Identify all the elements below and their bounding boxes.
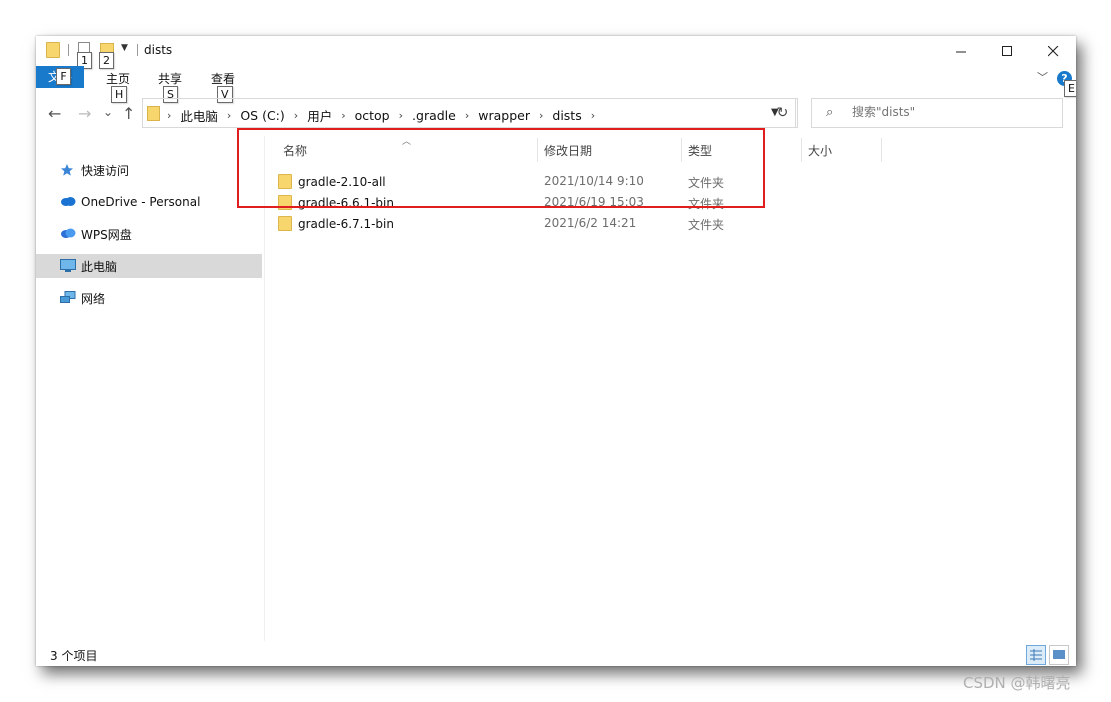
sidebar-item-label: OneDrive - Personal (81, 195, 201, 209)
navigation-pane: 快速访问 OneDrive - Personal WPS网盘 此电脑 网络 (36, 140, 264, 640)
chevron-right-icon[interactable]: › (341, 109, 345, 122)
window-title: dists (144, 43, 173, 57)
breadcrumb-item[interactable]: octop (355, 108, 390, 123)
watermark: CSDN @韩曙亮 (963, 674, 1071, 692)
large-icons-view-button[interactable] (1049, 645, 1069, 665)
breadcrumb-item[interactable]: OS (C:) (240, 108, 284, 123)
up-button[interactable]: ↑ (122, 104, 135, 123)
breadcrumb-item[interactable]: 用户 (307, 106, 332, 125)
sidebar-item-label: WPS网盘 (81, 227, 132, 242)
details-view-button[interactable] (1026, 645, 1046, 665)
chevron-right-icon[interactable]: › (167, 109, 171, 122)
highlight-box (237, 128, 765, 208)
column-header-label: 大小 (808, 144, 833, 158)
divider (68, 44, 69, 56)
wps-cloud-icon (60, 227, 76, 241)
breadcrumb-item[interactable]: dists (552, 108, 581, 123)
chevron-right-icon[interactable]: › (539, 109, 543, 122)
column-separator[interactable] (881, 138, 882, 162)
chevron-right-icon[interactable]: › (465, 109, 469, 122)
sidebar-item-wps-cloud[interactable]: WPS网盘 (36, 222, 262, 246)
divider (137, 44, 138, 56)
sidebar-item-network[interactable]: 网络 (36, 286, 262, 310)
file-name: gradle-6.7.1-bin (298, 216, 394, 231)
chevron-right-icon[interactable]: › (399, 109, 403, 122)
search-box[interactable]: ⌕ (811, 98, 1063, 128)
pane-divider[interactable] (264, 136, 265, 641)
file-type: 文件夹 (688, 218, 725, 232)
large-icons-view-icon (1053, 650, 1065, 659)
network-icon (60, 291, 76, 305)
minimize-icon (955, 51, 966, 52)
title-bar: ▼ 1 2 dists (36, 36, 1076, 69)
keytip-file: F (56, 68, 71, 85)
minimize-button[interactable] (938, 36, 984, 66)
sidebar-item-label: 网络 (81, 291, 106, 306)
maximize-icon (1001, 45, 1012, 56)
customize-toolbar-dropdown-icon[interactable]: ▼ (121, 43, 128, 53)
file-name-cell: gradle-6.7.1-bin (278, 216, 394, 231)
item-count: 3 个项目 (50, 649, 98, 663)
status-bar: 3 个项目 (36, 642, 1076, 666)
column-header-size[interactable]: 大小 (802, 136, 882, 164)
file-modified: 2021/6/2 14:21 (544, 216, 637, 230)
folder-icon (46, 42, 60, 58)
chevron-right-icon[interactable]: › (294, 109, 298, 122)
breadcrumb: › 此电脑 › OS (C:) › 用户 › octop › .gradle ›… (167, 106, 604, 125)
ribbon: 文件 F 主页 H 共享 S 查看 V ﹀ ? E (36, 66, 1076, 103)
details-view-icon (1030, 649, 1042, 661)
address-bar[interactable]: › 此电脑 › OS (C:) › 用户 › octop › .gradle ›… (142, 98, 796, 128)
sidebar-item-quick-access[interactable]: 快速访问 (36, 158, 262, 182)
sidebar-item-label: 此电脑 (81, 259, 118, 274)
folder-icon (278, 216, 292, 231)
forward-button[interactable]: → (78, 104, 91, 123)
back-button[interactable]: ← (48, 104, 61, 123)
refresh-icon: ↻ (776, 105, 789, 121)
refresh-button[interactable]: ↻ (768, 98, 798, 128)
close-button[interactable] (1030, 36, 1076, 66)
tab-share[interactable]: 共享 (158, 70, 182, 87)
breadcrumb-item[interactable]: wrapper (478, 108, 530, 123)
chevron-right-icon[interactable]: › (591, 109, 595, 122)
file-list: ︿ 名称 修改日期 类型 大小 gradle-2.10-all 2021/10/… (266, 136, 1072, 641)
sidebar-item-label: 快速访问 (81, 163, 130, 178)
folder-icon (147, 106, 160, 121)
expand-ribbon-chevron-icon[interactable]: ﹀ (1037, 69, 1048, 85)
search-input[interactable] (852, 105, 1052, 119)
breadcrumb-item[interactable]: .gradle (412, 108, 456, 123)
tab-view[interactable]: 查看 (211, 70, 235, 87)
tab-home[interactable]: 主页 (106, 70, 130, 87)
recent-locations-button[interactable]: ⌄ (103, 105, 113, 119)
file-row[interactable]: gradle-6.7.1-bin 2021/6/2 14:21 文件夹 (278, 213, 778, 234)
close-icon (1047, 45, 1058, 56)
chevron-right-icon[interactable]: › (227, 109, 231, 122)
address-row: ← → ⌄ ↑ › 此电脑 › OS (C:) › 用户 › octop › .… (36, 98, 1076, 130)
cloud-icon (60, 195, 76, 209)
search-icon: ⌕ (826, 105, 834, 120)
sidebar-item-this-pc[interactable]: 此电脑 (36, 254, 262, 278)
sidebar-item-onedrive[interactable]: OneDrive - Personal (36, 190, 262, 214)
star-icon (60, 163, 76, 177)
maximize-button[interactable] (984, 36, 1030, 66)
keytip-help: E (1064, 80, 1076, 97)
computer-icon (60, 259, 76, 273)
breadcrumb-item[interactable]: 此电脑 (180, 106, 218, 125)
